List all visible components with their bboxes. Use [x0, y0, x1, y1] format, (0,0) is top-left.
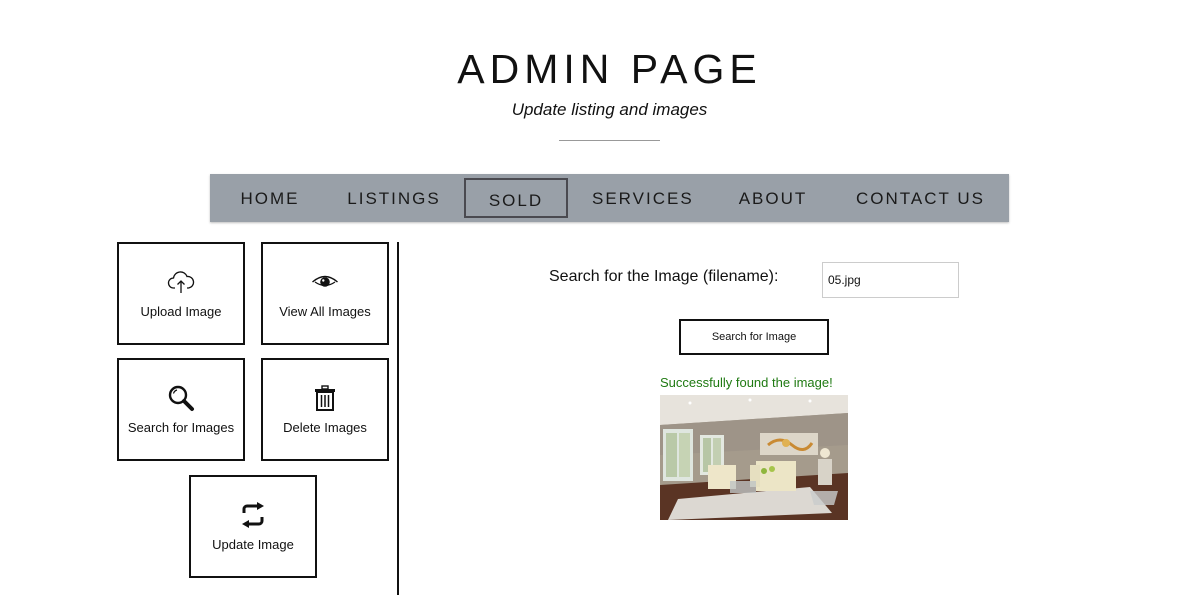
search-for-images-label: Search for Images: [127, 420, 235, 435]
update-image-label: Update Image: [212, 537, 294, 552]
title-divider: [559, 140, 660, 141]
upload-image-label: Upload Image: [140, 304, 222, 319]
nav-item-contact-us[interactable]: CONTACT US: [856, 174, 983, 222]
nav-item-about[interactable]: ABOUT: [736, 174, 810, 222]
filename-search-input[interactable]: [822, 262, 959, 298]
sidebar-divider: [397, 242, 399, 595]
delete-images-button[interactable]: Delete Images: [261, 358, 389, 461]
page-subtitle: Update listing and images: [511, 100, 708, 119]
nav-item-services[interactable]: SERVICES: [592, 174, 692, 222]
view-all-images-button[interactable]: View All Images: [261, 242, 389, 345]
nav-item-sold[interactable]: SOLD: [464, 178, 568, 218]
upload-image-button[interactable]: Upload Image: [117, 242, 245, 345]
page-title: ADMIN PAGE: [457, 46, 762, 92]
search-for-image-button[interactable]: Search for Image: [679, 319, 829, 355]
refresh-icon: [191, 501, 315, 529]
view-all-images-label: View All Images: [279, 304, 371, 319]
nav-item-home[interactable]: HOME: [234, 174, 306, 222]
magnifier-icon: [119, 384, 243, 412]
eye-icon: [263, 268, 387, 296]
delete-images-label: Delete Images: [283, 420, 367, 435]
search-label: Search for the Image (filename):: [549, 268, 779, 285]
found-image: [660, 395, 848, 520]
update-image-button[interactable]: Update Image: [189, 475, 317, 578]
nav-item-listings[interactable]: LISTINGS: [346, 174, 442, 222]
cloud-upload-icon: [119, 268, 243, 296]
success-message: Successfully found the image!: [660, 375, 833, 390]
main-nav: HOME LISTINGS SOLD SERVICES ABOUT CONTAC…: [210, 174, 1009, 222]
trash-icon: [263, 384, 387, 412]
search-for-images-button[interactable]: Search for Images: [117, 358, 245, 461]
